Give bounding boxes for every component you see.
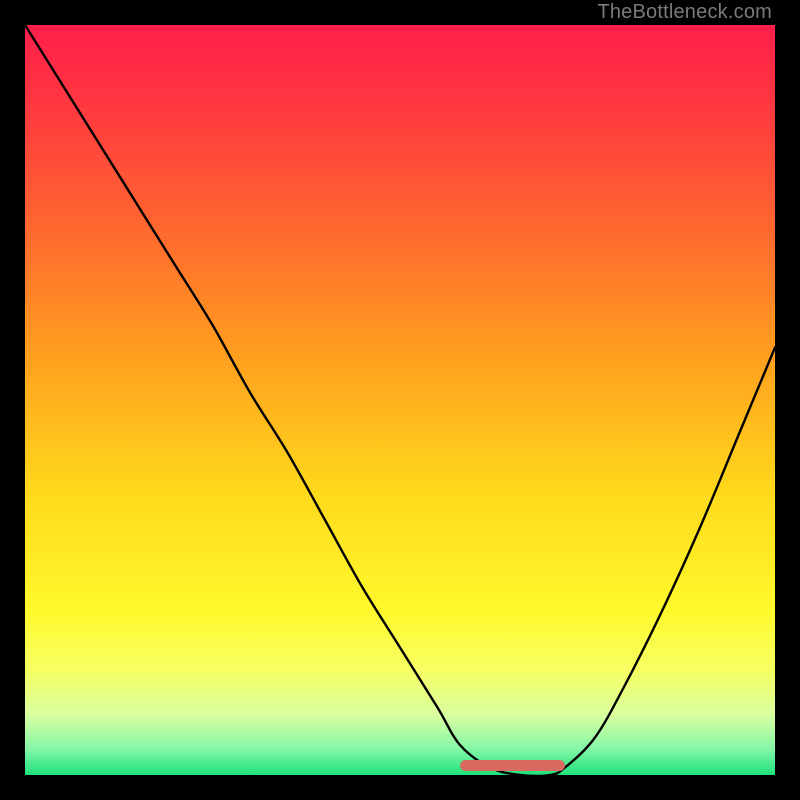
watermark-text: TheBottleneck.com xyxy=(597,1,772,24)
chart-frame: TheBottleneck.com xyxy=(0,0,800,800)
minimum-range-marker xyxy=(460,760,565,771)
plot-area xyxy=(25,25,775,775)
bottleneck-curve xyxy=(25,25,775,775)
